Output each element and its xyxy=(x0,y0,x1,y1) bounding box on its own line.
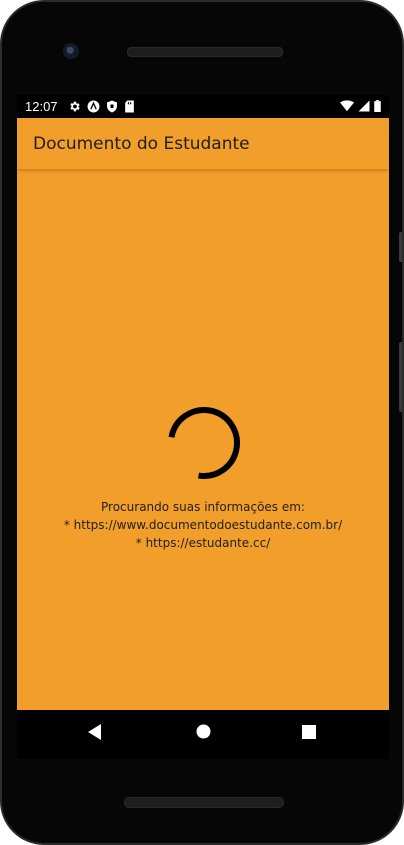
loading-message-line: Procurando suas informações em: xyxy=(101,500,305,514)
screen: 12:07 Documento do Estudante Procurando … xyxy=(17,95,389,759)
loading-message: Procurando suas informações em: * https:… xyxy=(17,498,389,552)
status-bar: 12:07 xyxy=(17,95,389,118)
status-time: 12:07 xyxy=(25,99,58,114)
app-bar: Documento do Estudante xyxy=(17,118,389,169)
back-icon xyxy=(88,723,102,745)
top-speaker xyxy=(127,47,283,57)
app-title: Documento do Estudante xyxy=(33,134,250,154)
volume-button xyxy=(399,342,402,412)
bottom-speaker xyxy=(124,797,284,808)
signal-icon xyxy=(358,100,370,115)
phone-frame: 12:07 Documento do Estudante Procurando … xyxy=(0,0,404,845)
system-icons xyxy=(340,100,381,115)
back-button[interactable] xyxy=(83,722,107,746)
notification-icons xyxy=(68,100,135,116)
navigation-bar xyxy=(17,710,389,759)
home-button[interactable] xyxy=(191,722,215,746)
loading-source-link: * https://www.documentodoestudante.com.b… xyxy=(63,518,343,532)
recents-button[interactable] xyxy=(297,722,321,746)
shield-icon xyxy=(106,100,118,116)
sd-card-icon xyxy=(124,100,135,116)
wifi-icon xyxy=(340,100,354,115)
front-camera xyxy=(63,43,79,59)
settings-icon xyxy=(68,100,81,116)
battery-icon xyxy=(374,100,381,115)
a-badge-icon xyxy=(87,100,100,116)
main-content: Procurando suas informações em: * https:… xyxy=(17,169,389,710)
loading-spinner xyxy=(167,406,241,485)
recents-icon xyxy=(302,724,316,744)
power-button xyxy=(399,232,402,262)
loading-source-link: * https://estudante.cc/ xyxy=(135,536,271,550)
home-icon xyxy=(196,724,211,744)
